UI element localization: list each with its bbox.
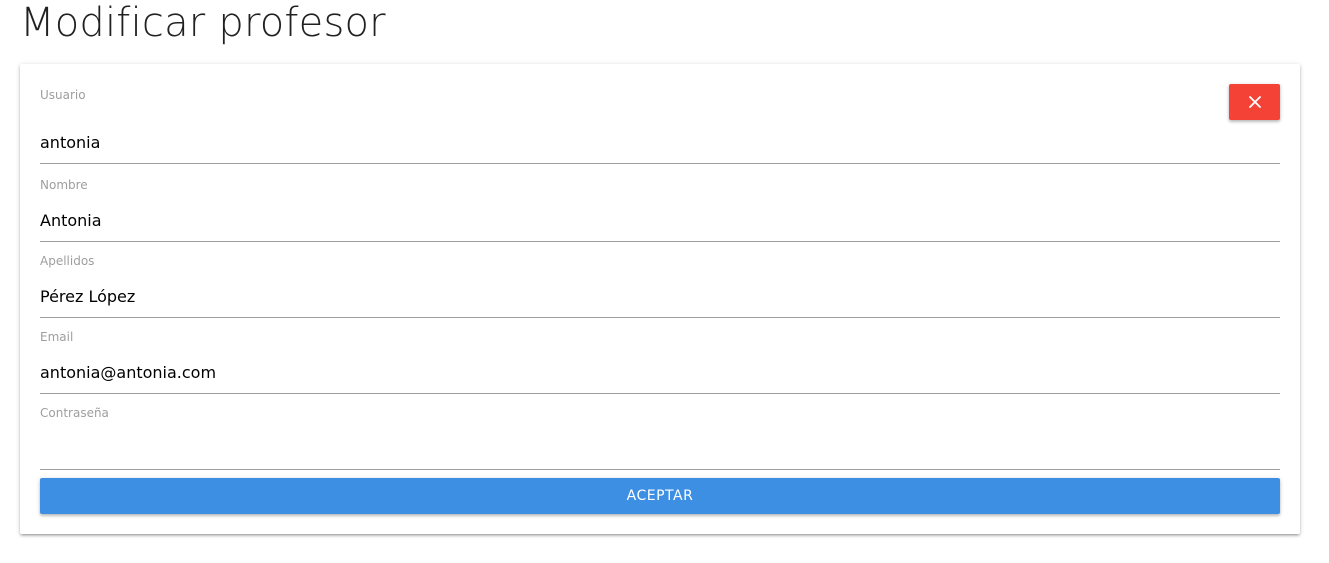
contrasena-input[interactable] — [40, 406, 1280, 470]
email-label: Email — [40, 330, 74, 344]
nombre-label: Nombre — [40, 178, 88, 192]
apellidos-field-group: Apellidos — [40, 254, 1280, 318]
page: Modificar profesor Usuario Nombre Apelli… — [0, 0, 1329, 563]
nombre-input[interactable] — [40, 178, 1280, 242]
email-input[interactable] — [40, 330, 1280, 394]
nombre-field-group: Nombre — [40, 178, 1280, 242]
usuario-input[interactable] — [40, 88, 1280, 164]
contrasena-label: Contraseña — [40, 406, 109, 420]
usuario-label: Usuario — [40, 88, 86, 102]
contrasena-field-group: Contraseña — [40, 406, 1280, 470]
form-card: Usuario Nombre Apellidos Email Contraseñ… — [20, 64, 1300, 534]
accept-button[interactable]: ACEPTAR — [40, 478, 1280, 514]
apellidos-input[interactable] — [40, 254, 1280, 318]
usuario-field-group: Usuario — [40, 88, 1280, 164]
page-title: Modificar profesor — [20, 0, 386, 46]
apellidos-label: Apellidos — [40, 254, 95, 268]
email-field-group: Email — [40, 330, 1280, 394]
